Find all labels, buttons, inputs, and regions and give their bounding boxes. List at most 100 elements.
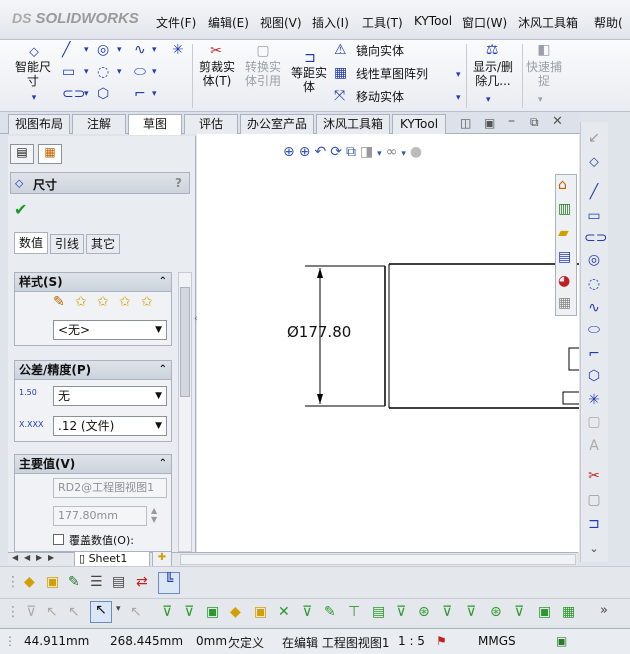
menu-file[interactable]: 文件(F) — [156, 14, 196, 31]
arc-icon[interactable]: ◌ — [97, 64, 109, 80]
spline-icon[interactable]: ∿ — [584, 300, 604, 316]
select-pointer-icon[interactable]: ↖ — [90, 601, 112, 623]
paint-icon[interactable]: ✎ — [68, 574, 80, 590]
chevron-down-icon[interactable]: ▾ — [456, 67, 461, 83]
chevron-down-icon[interactable]: ▾ — [117, 64, 122, 80]
menu-tools[interactable]: 工具(T) — [362, 14, 403, 31]
offset-entities-button[interactable]: 等距实体 — [288, 66, 330, 94]
trim-entities-button[interactable]: 剪裁实体(T) — [196, 60, 238, 88]
collapse-icon[interactable]: ⌃ — [159, 455, 167, 473]
sketch-icon[interactable]: ↙ — [584, 130, 604, 146]
precision-select[interactable]: .12 (文件) ▼ — [53, 416, 167, 436]
slot-icon[interactable]: ⊂⊃ — [584, 230, 607, 246]
dimension-value-field[interactable]: 177.80mm — [53, 506, 147, 526]
tile-icon[interactable]: ◫ — [460, 116, 471, 130]
filter-axes-icon[interactable]: ▣ — [254, 604, 267, 620]
chevron-down-icon[interactable]: ▾ — [84, 42, 89, 58]
scroll-prev-icon[interactable]: ◀ — [24, 553, 30, 562]
filter-cosmetic-icon[interactable]: ⊛ — [490, 604, 502, 620]
filter-edges-icon[interactable]: ⊽ — [162, 604, 172, 620]
subtab-other[interactable]: 其它 — [86, 234, 120, 254]
tab-sketch[interactable]: 草图 — [128, 114, 182, 135]
chevron-down-icon[interactable]: ▾ — [84, 86, 89, 102]
cube-icon[interactable]: ▣ — [46, 574, 59, 590]
filter-tables-icon[interactable]: ▦ — [562, 604, 575, 620]
move-entities-button[interactable]: 移动实体 — [356, 90, 404, 104]
feature-tree-tab-icon[interactable]: ▤ — [10, 144, 34, 164]
sheet-tab-sheet1[interactable]: ▯ Sheet1 — [74, 552, 150, 567]
menu-kytool[interactable]: KYTool — [414, 14, 452, 28]
ok-check-icon[interactable]: ✔ — [14, 200, 27, 219]
chevron-down-icon[interactable]: ▾ — [84, 64, 89, 80]
arc-icon[interactable]: ◌ — [584, 276, 604, 292]
select-filter-icon[interactable]: ↖ — [46, 604, 58, 620]
horizontal-scrollbar[interactable] — [180, 554, 576, 565]
convert-entities-button[interactable]: 转换实体引用 — [242, 60, 284, 88]
chevron-down-icon[interactable]: ▾ — [152, 42, 157, 58]
filter-gtol-icon[interactable]: ⊽ — [396, 604, 406, 620]
polygon-icon[interactable]: ⬡ — [97, 86, 109, 102]
style-apply-icon[interactable]: ✎ — [53, 294, 65, 310]
chevron-down-icon[interactable]: ▾ — [538, 92, 543, 108]
save-style-icon[interactable]: ✩ — [119, 294, 131, 310]
maximize-icon[interactable]: ⧉ — [530, 115, 539, 130]
tab-office-products[interactable]: 办公室产品 — [240, 114, 314, 134]
chevron-down-icon[interactable]: ▾ — [152, 86, 157, 102]
collapse-icon[interactable]: ⌃ — [159, 273, 167, 291]
point-icon[interactable]: ✳ — [172, 42, 184, 58]
menu-mufeng[interactable]: 沐风工具箱 — [518, 14, 578, 31]
linear-pattern-button[interactable]: 线性草图阵列 — [356, 67, 428, 81]
filter-points-icon[interactable]: ✕ — [278, 604, 290, 620]
toolbar-overflow-icon[interactable]: » — [600, 603, 608, 618]
tab-mufeng-toolbox[interactable]: 沐风工具箱 — [316, 114, 390, 134]
spline-icon[interactable]: ∿ — [134, 42, 146, 58]
file-explorer-icon[interactable]: ▰ — [558, 225, 569, 241]
status-units[interactable]: MMGS — [478, 634, 516, 648]
dimension-name-field[interactable]: RD2@工程图视图1 — [53, 478, 167, 498]
point-icon[interactable]: ✳ — [584, 392, 604, 408]
chevron-down-icon[interactable]: ▾ — [117, 42, 122, 58]
quick-tips-icon[interactable]: ▣ — [556, 634, 567, 648]
slot-icon[interactable]: ⊂⊃ — [62, 86, 85, 102]
line-style-icon[interactable]: ☰ — [90, 574, 103, 590]
scroll-first-icon[interactable]: ◀ — [12, 553, 18, 562]
scroll-last-icon[interactable]: ▶ — [48, 553, 54, 562]
menu-edit[interactable]: 编辑(E) — [208, 14, 249, 31]
chevron-down-icon[interactable]: ▾ — [152, 64, 157, 80]
circle-icon[interactable]: ◎ — [584, 252, 604, 268]
collapse-icon[interactable]: ⌃ — [159, 361, 167, 379]
primary-value-group-header[interactable]: 主要值(V) ⌃ — [14, 454, 172, 474]
filter-icon[interactable]: ⊽ — [26, 604, 36, 620]
select-other-icon[interactable]: ↖ — [130, 604, 142, 620]
mirror-entities-button[interactable]: 镜向实体 — [356, 44, 404, 58]
line-thickness-icon[interactable]: ▤ — [112, 574, 125, 590]
filter-surface-finish-icon[interactable]: ⊽ — [466, 604, 476, 620]
subtab-leaders[interactable]: 引线 — [50, 234, 84, 254]
menu-window[interactable]: 窗口(W) — [462, 14, 507, 31]
ellipse-icon[interactable]: ⬭ — [584, 322, 604, 338]
restore-icon[interactable]: ▣ — [484, 116, 495, 130]
panel-scrollbar[interactable] — [178, 272, 192, 552]
delete-style-icon[interactable]: ✩ — [97, 294, 109, 310]
line-icon[interactable]: ╱ — [584, 184, 604, 200]
view-palette-icon[interactable]: ▤ — [558, 249, 571, 265]
rebuild-status-icon[interactable]: ⚑ — [436, 634, 447, 648]
smart-dimension-button[interactable]: 智能尺寸 — [10, 60, 56, 88]
tab-view-layout[interactable]: 视图布局 — [8, 114, 70, 134]
menu-view[interactable]: 视图(V) — [260, 14, 302, 31]
menu-insert[interactable]: 插入(I) — [312, 14, 349, 31]
tolerance-type-select[interactable]: 无 ▼ — [53, 386, 167, 406]
filter-sketch-segments-icon[interactable]: ⊽ — [302, 604, 312, 620]
filter-blocks-icon[interactable]: ▣ — [538, 604, 551, 620]
close-icon[interactable]: ✕ — [552, 114, 563, 129]
filter-sketch-points-icon[interactable]: ✎ — [324, 604, 336, 620]
fillet-icon[interactable]: ⌐ — [134, 86, 146, 102]
centerline-icon[interactable]: ▢ — [584, 414, 604, 430]
fillet-icon[interactable]: ⌐ — [584, 346, 604, 362]
spin-stepper-icon[interactable]: ▲ ▼ — [151, 506, 157, 524]
chevron-down-icon[interactable]: ▾ — [456, 90, 461, 106]
override-value-checkbox[interactable] — [53, 534, 64, 545]
tab-annotation[interactable]: 注解 — [72, 114, 126, 134]
filter-faces-icon[interactable]: ⊽ — [184, 604, 194, 620]
style-select[interactable]: <无> ▼ — [53, 320, 167, 340]
